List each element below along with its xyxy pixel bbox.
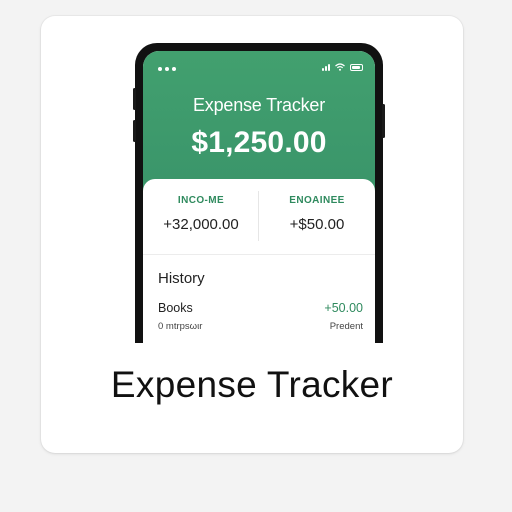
phone-power-button bbox=[382, 104, 385, 138]
caption-title: Expense Tracker bbox=[110, 364, 394, 405]
income-summary: INCO-ME +32,000.00 bbox=[143, 179, 259, 254]
phone-side-button bbox=[133, 120, 136, 142]
transaction-status: Predent bbox=[329, 321, 363, 332]
section-divider bbox=[143, 254, 375, 255]
transaction-subtitle: 0 mtrpsωιr bbox=[158, 321, 203, 332]
phone-mockup: Expense Tracker $1,250.00 INCO-ME +32,00… bbox=[135, 43, 383, 343]
phone-side-button bbox=[133, 88, 136, 110]
dots-icon bbox=[158, 67, 176, 71]
history-heading: History bbox=[158, 270, 205, 287]
expense-value: +$50.00 bbox=[289, 216, 345, 233]
wifi-icon bbox=[335, 63, 345, 71]
status-bar-right bbox=[322, 63, 363, 71]
income-label: INCO-ME bbox=[177, 195, 225, 206]
expense-summary: ENOAINEE +$50.00 bbox=[259, 179, 375, 254]
transaction-name: Books bbox=[158, 301, 193, 315]
expense-label: ENOAINEE bbox=[289, 195, 345, 206]
battery-icon bbox=[350, 63, 363, 71]
phone-screen: Expense Tracker $1,250.00 INCO-ME +32,00… bbox=[143, 51, 375, 343]
balance-amount: $1,250.00 bbox=[191, 126, 327, 159]
balance-header: Expense Tracker $1,250.00 bbox=[143, 51, 375, 191]
summary-panel: INCO-ME +32,000.00 ENOAINEE +$50.00 Hist… bbox=[143, 179, 375, 343]
app-title: Expense Tracker bbox=[192, 95, 326, 115]
app-preview-card: Expense Tracker $1,250.00 INCO-ME +32,00… bbox=[41, 16, 463, 453]
transaction-amount: +50.00 bbox=[324, 301, 363, 315]
signal-icon bbox=[322, 63, 330, 71]
income-value: +32,000.00 bbox=[163, 216, 239, 233]
